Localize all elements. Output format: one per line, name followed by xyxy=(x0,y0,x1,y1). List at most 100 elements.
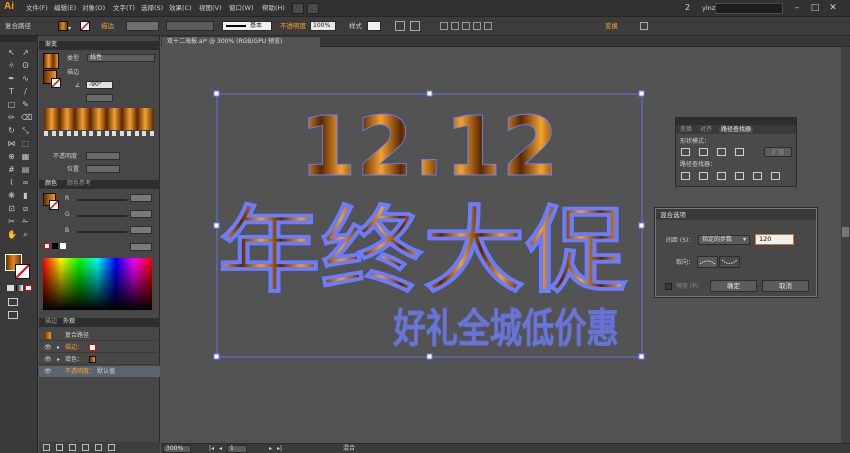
menu-object[interactable]: 对象(O) xyxy=(82,5,105,12)
close-icon[interactable]: ✕ xyxy=(826,3,840,14)
zoom-tool-icon[interactable]: ⌕ xyxy=(21,230,30,239)
gradient-tool-icon[interactable]: ▤ xyxy=(21,165,30,174)
exclude-icon[interactable] xyxy=(735,148,744,156)
channel-g-slider[interactable] xyxy=(77,215,127,217)
eyedropper-tool-icon[interactable]: ⌇ xyxy=(7,178,16,187)
visibility-eye-icon[interactable]: 👁 xyxy=(44,345,52,351)
tab-appearance[interactable]: 外观 xyxy=(63,319,75,325)
tab-color-guide[interactable]: 颜色参考 xyxy=(67,181,91,187)
vertical-scrollbar[interactable] xyxy=(841,47,850,443)
tab-transform[interactable]: 变换 xyxy=(680,127,692,133)
steps-input[interactable]: 120 xyxy=(755,234,794,245)
hex-color-field[interactable] xyxy=(130,243,152,251)
symbol-sprayer-tool-icon[interactable]: ❋ xyxy=(7,191,16,200)
appearance-row[interactable]: 👁 不透明度： 默认值 xyxy=(39,366,160,377)
expand-triangle-icon[interactable]: ▸ xyxy=(57,357,60,363)
blend-tool-icon[interactable]: ∞ xyxy=(21,178,30,187)
divide-icon[interactable] xyxy=(681,172,690,180)
channel-b-slider[interactable] xyxy=(77,231,127,233)
variable-width-profile[interactable] xyxy=(166,21,214,31)
align-icon[interactable] xyxy=(410,21,420,31)
channel-g-field[interactable] xyxy=(130,210,152,218)
gradient-stroke-box[interactable] xyxy=(51,78,61,88)
artboard-tool-icon[interactable]: ⊡ xyxy=(7,204,16,213)
document-tab[interactable]: 双十二海报.ai* @ 300% (RGB/GPU 预览) xyxy=(162,37,320,47)
tab-pathfinder[interactable]: 路径查找器 xyxy=(719,127,754,133)
ok-button[interactable]: 确定 xyxy=(710,280,757,292)
color-mode-icon[interactable] xyxy=(7,285,14,291)
rectangle-tool-icon[interactable]: □ xyxy=(7,100,16,109)
minus-back-icon[interactable] xyxy=(771,172,780,180)
arrange-documents-button[interactable] xyxy=(307,3,319,14)
pencil-tool-icon[interactable]: ✏ xyxy=(7,113,16,122)
tab-gradient[interactable]: 渐变 xyxy=(45,42,57,48)
merge-icon[interactable] xyxy=(717,172,726,180)
gradient-angle-field[interactable]: -90° xyxy=(86,81,113,89)
scale-tool-icon[interactable]: ⤡ xyxy=(21,126,30,135)
channel-b-field[interactable] xyxy=(130,226,152,234)
paintbrush-tool-icon[interactable]: ✎ xyxy=(21,100,30,109)
intersect-icon[interactable] xyxy=(717,148,726,156)
draw-mode-icon[interactable] xyxy=(8,298,18,306)
tab-align[interactable]: 对齐 xyxy=(700,127,712,133)
expand-button[interactable]: 扩展 xyxy=(764,147,792,157)
stroke-color-box[interactable] xyxy=(15,264,30,279)
maximize-icon[interactable]: □ xyxy=(808,3,822,14)
gradient-type-dropdown[interactable]: 线性 xyxy=(87,54,155,62)
tab-color[interactable]: 颜色 xyxy=(45,181,57,187)
none-mode-icon[interactable] xyxy=(25,285,32,291)
crop-icon[interactable] xyxy=(735,172,744,180)
eraser-knife-tool-icon[interactable]: ✂ xyxy=(7,217,16,226)
gradient-slider-ramp[interactable] xyxy=(44,108,154,130)
pen-tool-icon[interactable]: ✒ xyxy=(7,74,16,83)
stroke-label[interactable]: 描边 xyxy=(101,23,114,30)
menu-window[interactable]: 窗口(W) xyxy=(229,5,254,12)
artboard-number-field[interactable]: 1 xyxy=(227,445,247,453)
gradient-opacity-field[interactable] xyxy=(86,152,120,160)
white-color-swatch[interactable] xyxy=(60,243,66,249)
tab-stroke[interactable]: 描边 xyxy=(45,319,57,325)
menu-edit[interactable]: 编辑(E) xyxy=(54,5,76,12)
transform-label[interactable]: 变换 xyxy=(605,23,618,30)
gradient-mode-icon[interactable] xyxy=(16,285,23,291)
stroke-swatch[interactable] xyxy=(80,21,90,31)
brush-definition-field[interactable]: 基本 xyxy=(222,21,272,31)
gradient-aspect-field[interactable] xyxy=(86,94,113,102)
prev-artboard-icon[interactable]: ◂ xyxy=(219,445,222,452)
bridge-button[interactable] xyxy=(292,3,304,14)
channel-r-slider[interactable] xyxy=(77,199,127,201)
line-tool-icon[interactable]: / xyxy=(21,87,30,96)
magic-wand-tool-icon[interactable]: ✧ xyxy=(7,61,16,70)
trim-icon[interactable] xyxy=(699,172,708,180)
type-tool-icon[interactable]: T xyxy=(7,87,16,96)
opacity-label[interactable]: 不透明度 xyxy=(280,23,306,30)
column-graph-tool-icon[interactable]: ▮ xyxy=(21,191,30,200)
graphic-style-swatch[interactable] xyxy=(367,21,381,31)
unite-icon[interactable] xyxy=(681,148,690,156)
screen-mode-icon[interactable] xyxy=(8,311,18,319)
preview-checkbox[interactable] xyxy=(665,283,672,290)
isolate-icon[interactable] xyxy=(640,22,648,30)
lasso-tool-icon[interactable]: ʘ xyxy=(21,61,30,70)
eraser-tool-icon[interactable]: ⌫ xyxy=(21,113,32,122)
slice-tool-icon[interactable]: ⧄ xyxy=(21,204,30,213)
next-artboard-icon[interactable]: ▸ xyxy=(269,445,272,452)
fill-swatch[interactable] xyxy=(58,21,68,31)
gradient-stops[interactable] xyxy=(44,131,154,137)
none-color-swatch[interactable] xyxy=(44,243,50,249)
gradient-location-field[interactable] xyxy=(86,165,120,173)
menu-file[interactable]: 文件(F) xyxy=(26,5,48,12)
visibility-eye-icon[interactable]: 👁 xyxy=(44,369,52,375)
rotate-tool-icon[interactable]: ↻ xyxy=(7,126,16,135)
last-artboard-icon[interactable]: ▸| xyxy=(277,445,282,452)
stroke-weight-field[interactable] xyxy=(126,21,159,31)
align-to-page-button[interactable] xyxy=(697,256,718,268)
expand-triangle-icon[interactable]: ▸ xyxy=(57,345,60,351)
width-tool-icon[interactable]: ⋈ xyxy=(7,139,16,148)
first-artboard-icon[interactable]: |◂ xyxy=(209,445,214,452)
shape-builder-tool-icon[interactable]: ⊕ xyxy=(7,152,16,161)
cancel-button[interactable]: 取消 xyxy=(762,280,809,292)
menu-select[interactable]: 选择(S) xyxy=(141,5,163,12)
black-color-swatch[interactable] xyxy=(52,243,58,249)
opacity-field[interactable]: 100% xyxy=(310,21,336,31)
